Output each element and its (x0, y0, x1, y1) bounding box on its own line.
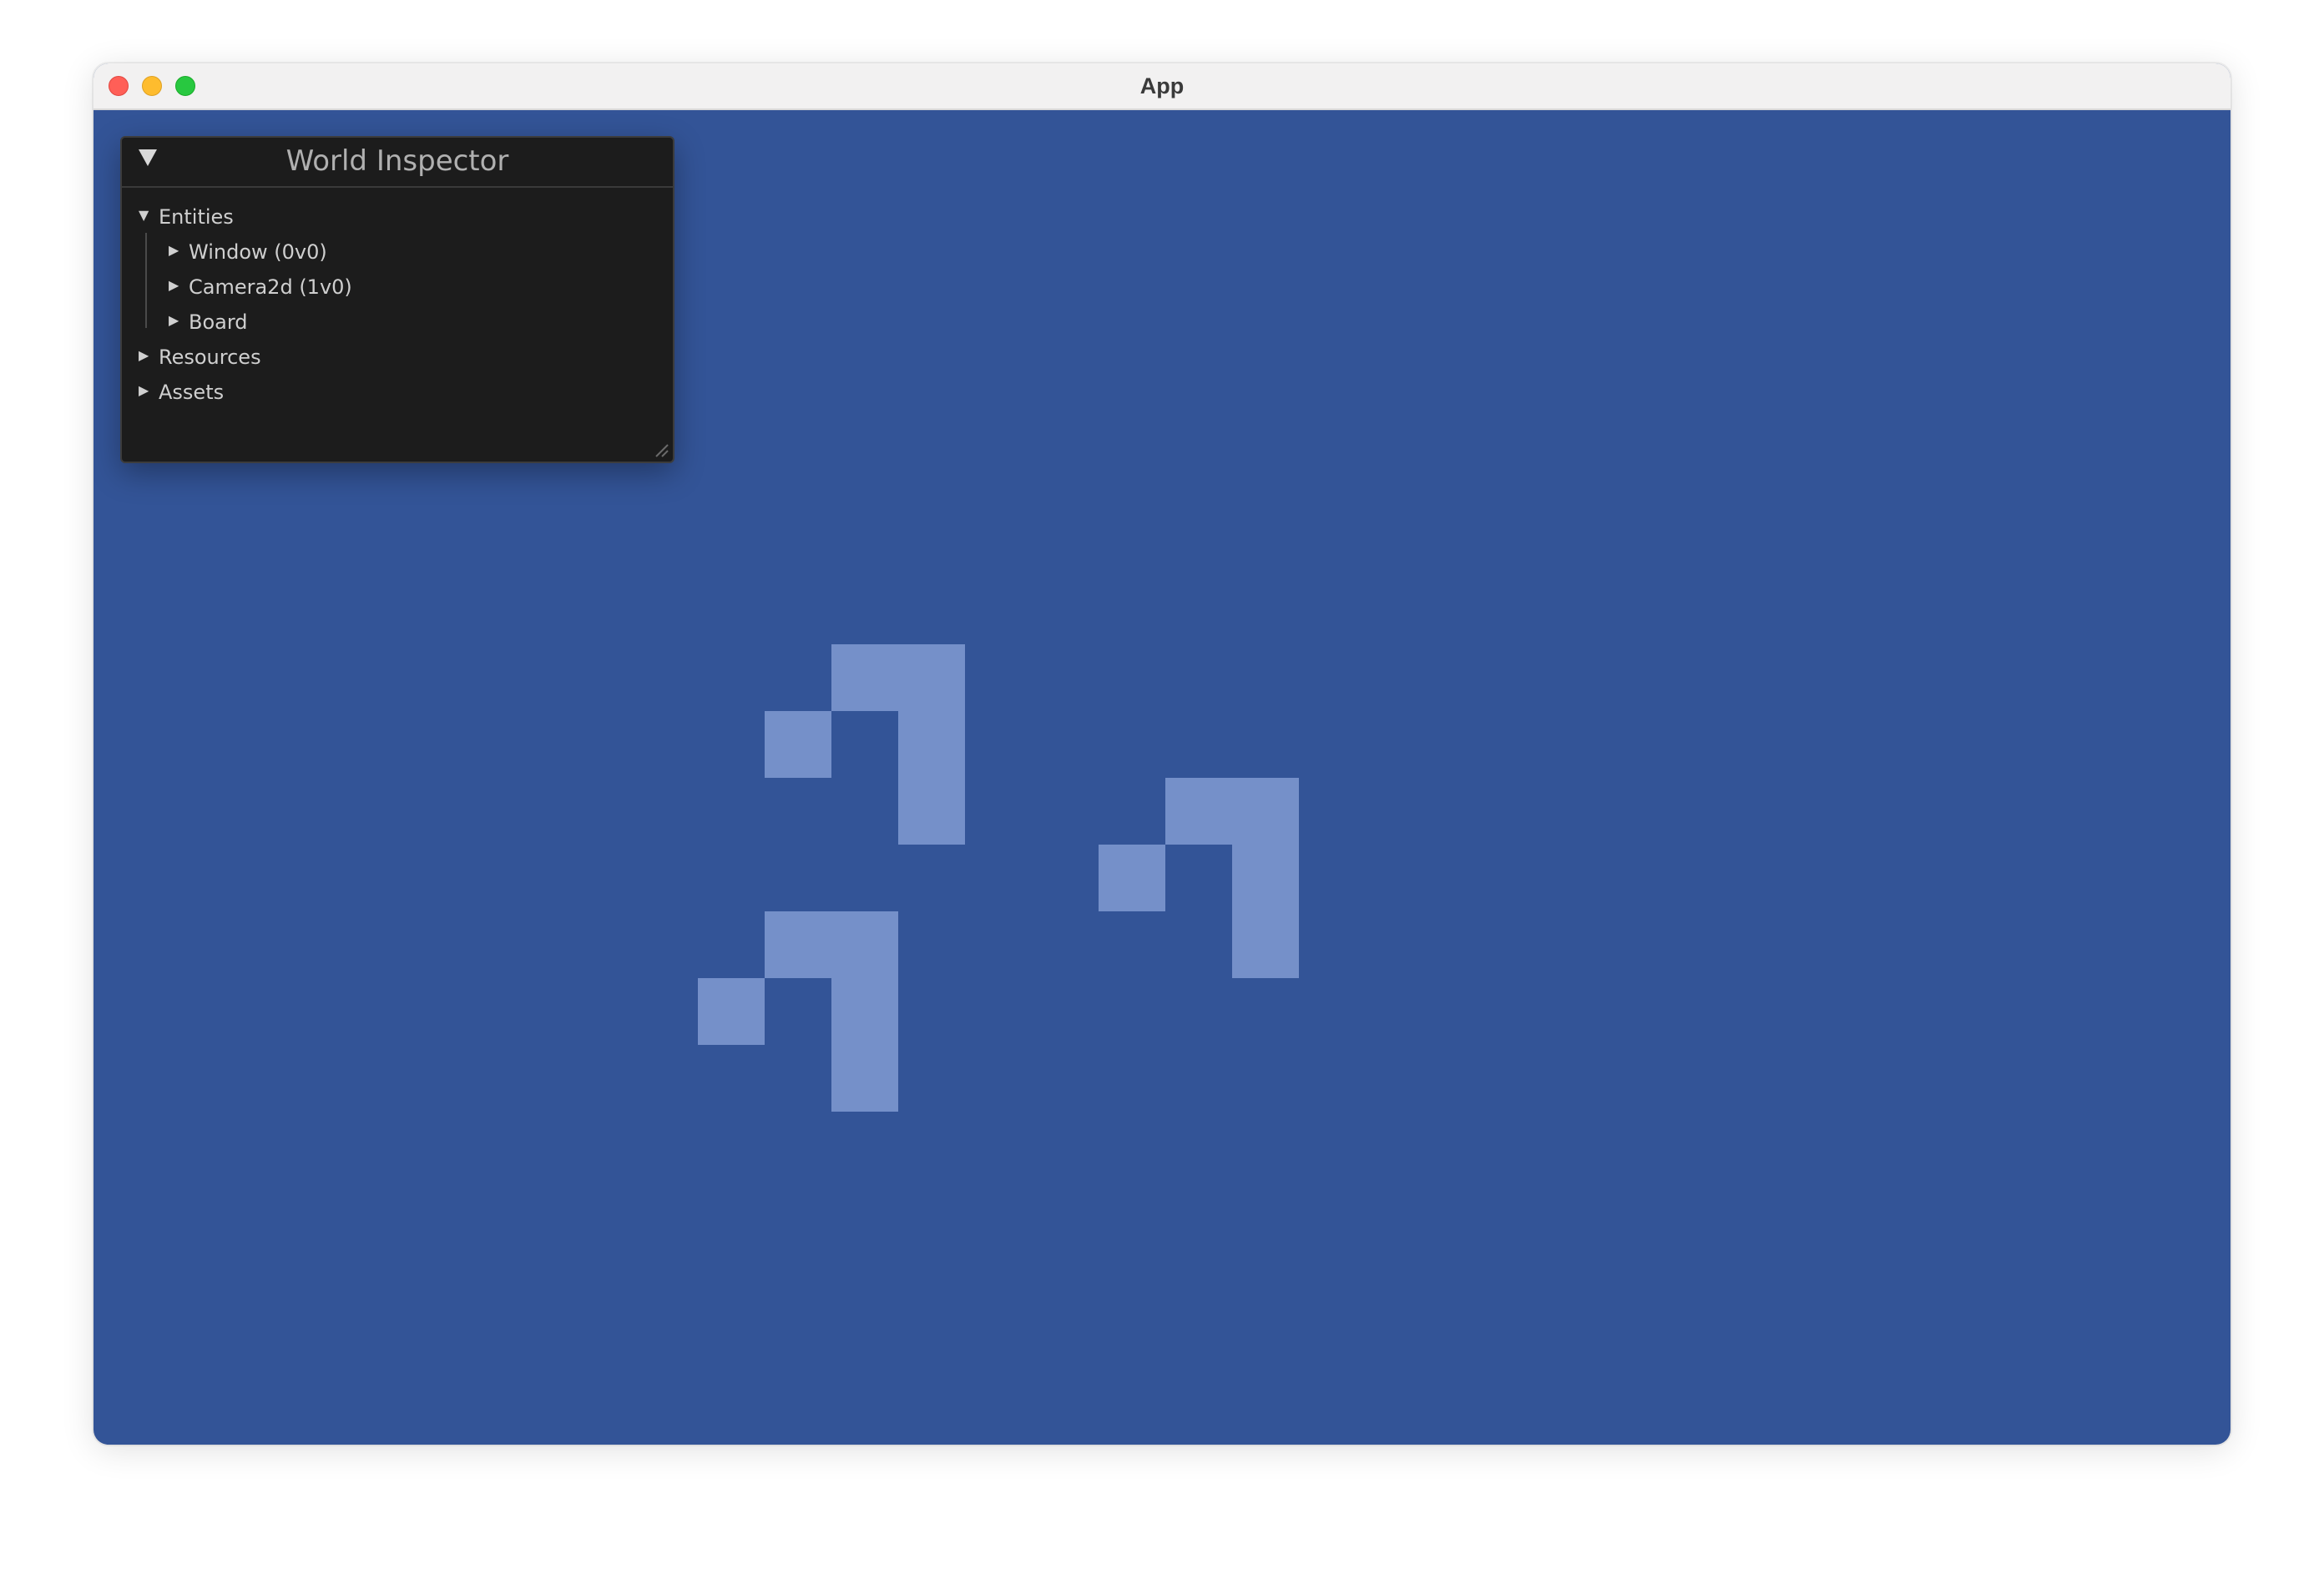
live-cell (898, 711, 965, 778)
collapsed-arrow-icon[interactable]: ▶ (169, 234, 189, 267)
tree-item-camera2d[interactable]: ▶ Camera2d (1v0) (169, 270, 352, 303)
live-cell (765, 911, 831, 978)
live-cell (1232, 911, 1299, 978)
world-inspector-panel[interactable]: World Inspector ▼ Entities ▶ Window (0v0) … (120, 136, 674, 463)
live-cell (831, 644, 898, 711)
resize-grip-icon[interactable] (653, 441, 669, 458)
tree-item-entities[interactable]: ▼ Entities (139, 199, 234, 233)
live-cell (1165, 778, 1232, 845)
live-cell (1232, 845, 1299, 911)
collapsed-arrow-icon[interactable]: ▶ (139, 374, 159, 407)
tree-item-assets[interactable]: ▶ Assets (139, 375, 224, 408)
collapsed-arrow-icon[interactable]: ▶ (169, 304, 189, 337)
expanded-arrow-icon[interactable]: ▼ (139, 199, 159, 232)
tree-item-window[interactable]: ▶ Window (0v0) (169, 235, 327, 268)
live-cell (1232, 778, 1299, 845)
tree-item-label: Assets (159, 381, 225, 404)
live-cell (831, 978, 898, 1045)
tree-item-label: Window (0v0) (189, 240, 327, 264)
titlebar[interactable]: App (93, 63, 2231, 110)
window-title: App (1139, 73, 1185, 98)
inspector-header[interactable]: World Inspector (122, 138, 673, 188)
tree-item-label: Resources (159, 346, 261, 369)
tree-item-board[interactable]: ▶ Board (169, 305, 248, 338)
tree-item-label: Board (189, 310, 248, 334)
live-cell (898, 778, 965, 845)
tree-item-label: Camera2d (1v0) (189, 275, 352, 299)
tree-item-label: Entities (159, 205, 234, 229)
collapsed-arrow-icon[interactable]: ▶ (139, 339, 159, 372)
live-cell (698, 978, 765, 1045)
inspector-title: World Inspector (285, 144, 509, 178)
live-cell (765, 711, 831, 778)
live-cell (831, 911, 898, 978)
live-cell (898, 644, 965, 711)
tree-item-resources[interactable]: ▶ Resources (139, 340, 261, 373)
live-cell (1099, 845, 1165, 911)
tree-indent-guide (145, 233, 147, 328)
app-window: App World Inspector ▼Entities ▶Window (93, 63, 2231, 1445)
live-cell (831, 1045, 898, 1112)
collapsed-arrow-icon[interactable]: ▶ (169, 269, 189, 302)
